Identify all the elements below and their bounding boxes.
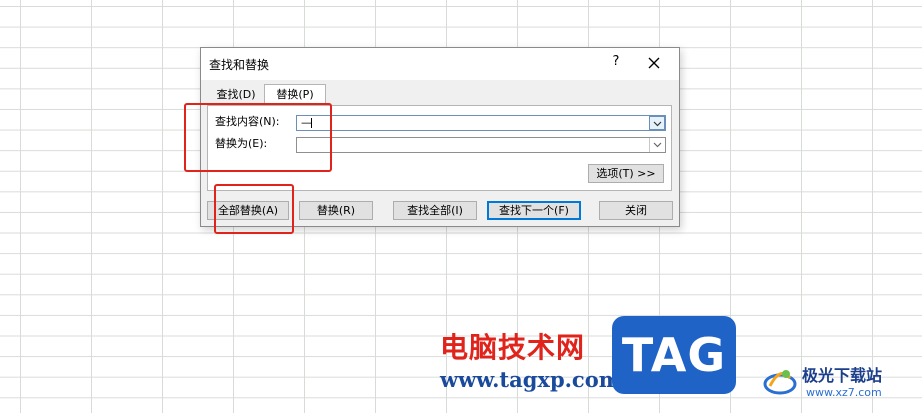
watermark-site-url: www.tagxp.com bbox=[440, 367, 621, 392]
find-dropdown-button[interactable] bbox=[649, 116, 665, 130]
watermark-brand-name: 极光下载站 bbox=[802, 366, 883, 385]
aurora-logo-icon bbox=[760, 360, 800, 400]
find-all-button[interactable]: 查找全部(I) bbox=[393, 201, 477, 220]
close-icon[interactable] bbox=[645, 54, 663, 72]
chevron-down-icon bbox=[653, 142, 662, 148]
find-input[interactable]: — bbox=[296, 115, 666, 131]
dialog-titlebar[interactable]: 查找和替换 ? bbox=[201, 48, 679, 80]
close-button[interactable]: 关闭 bbox=[599, 201, 673, 220]
highlight-box-fields bbox=[184, 103, 332, 172]
dialog-title: 查找和替换 bbox=[209, 58, 270, 72]
tab-find[interactable]: 查找(D) bbox=[211, 85, 261, 105]
watermark-brand-url: www.xz7.com bbox=[806, 386, 882, 399]
watermark-tag-logo: TAG bbox=[612, 316, 736, 394]
find-next-button[interactable]: 查找下一个(F) bbox=[487, 201, 581, 220]
replace-input[interactable] bbox=[296, 137, 666, 153]
replace-button[interactable]: 替换(R) bbox=[299, 201, 373, 220]
replace-dropdown-button[interactable] bbox=[649, 138, 665, 152]
help-icon[interactable]: ? bbox=[609, 54, 623, 72]
highlight-box-replace-all bbox=[214, 184, 294, 234]
watermark-site-name: 电脑技术网 bbox=[440, 331, 586, 364]
chevron-down-icon bbox=[653, 121, 662, 127]
options-button[interactable]: 选项(T) >> bbox=[588, 164, 664, 183]
